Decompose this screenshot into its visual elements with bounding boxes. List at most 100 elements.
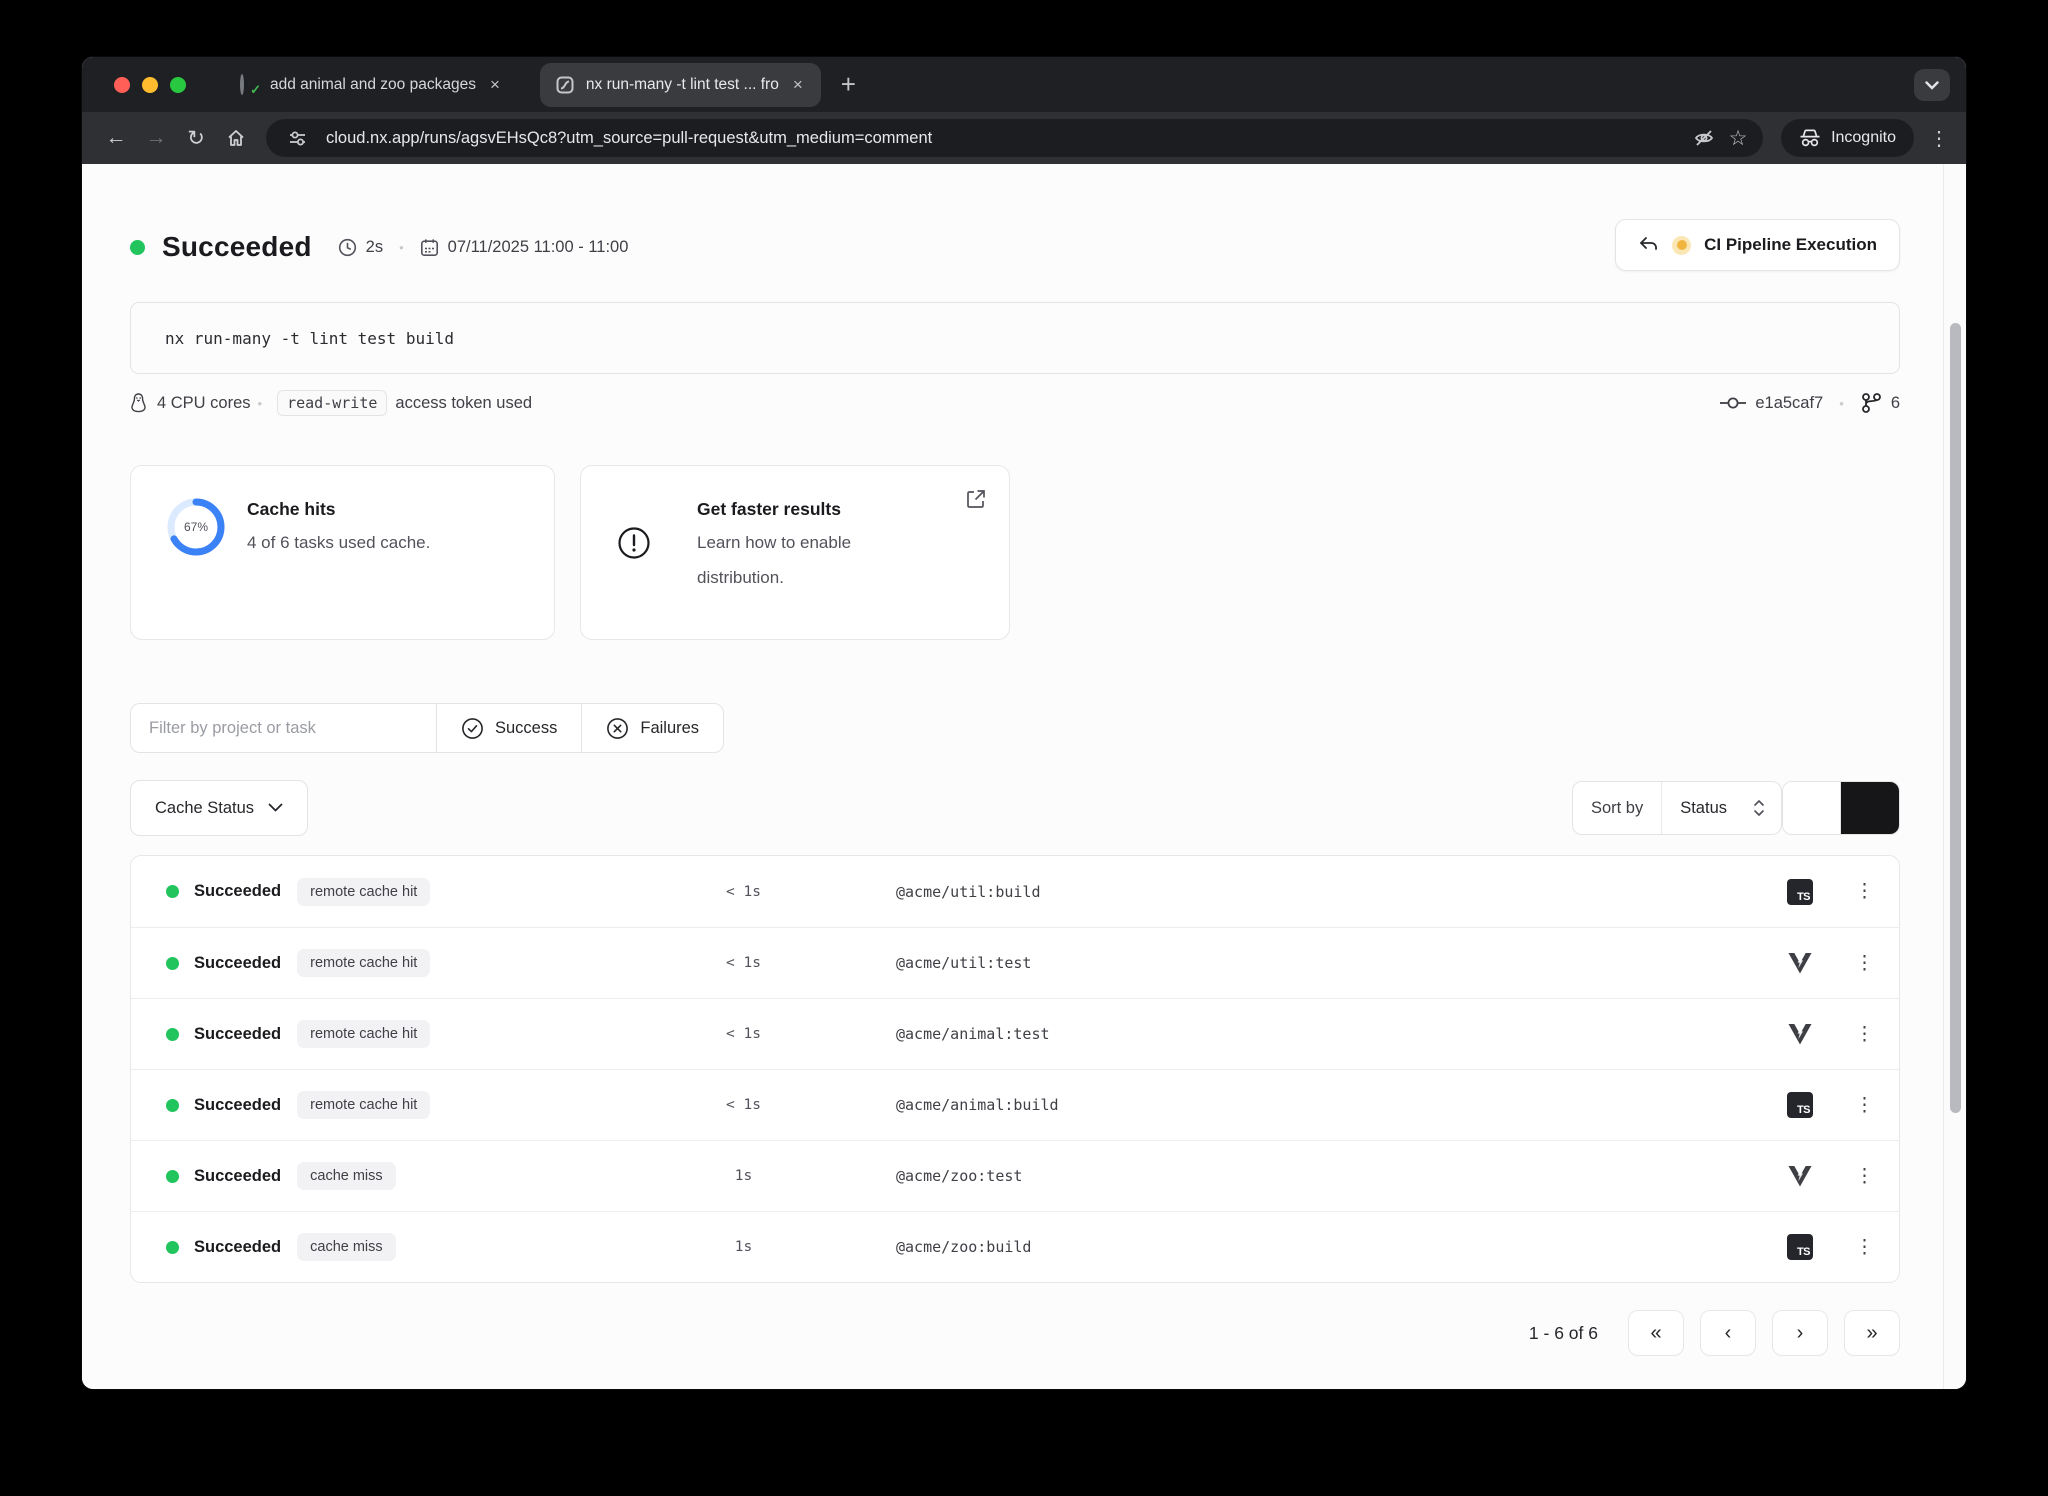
cache-percent-label: 67%	[183, 520, 209, 534]
chevron-down-icon	[268, 803, 283, 812]
undo-arrow-icon	[1640, 237, 1658, 250]
git-branch-icon	[1861, 393, 1881, 413]
scrollbar-thumb[interactable]	[1950, 323, 1961, 1113]
distribution-title: Get faster results	[697, 499, 841, 519]
tab-github-pr[interactable]: ✓ add animal and zoo packages ×	[224, 63, 518, 107]
close-tab-icon[interactable]: ×	[791, 75, 805, 95]
cache-status-dropdown[interactable]: Cache Status	[130, 780, 309, 836]
sort-value: Status	[1680, 798, 1727, 817]
failures-filter-button[interactable]: Failures	[581, 703, 725, 753]
vitest-icon	[1788, 1024, 1812, 1045]
list-controls-row: Cache Status Sort by Status	[130, 780, 1900, 836]
cache-percent-donut: 67%	[165, 496, 227, 558]
sort-descending-button[interactable]	[1841, 782, 1899, 834]
page-title: Succeeded	[162, 231, 312, 262]
calendar-icon	[420, 238, 438, 256]
home-button[interactable]	[216, 118, 256, 158]
task-duration: < 1s	[726, 883, 761, 900]
success-filter-label: Success	[495, 718, 558, 737]
task-status-label: Succeeded	[194, 1024, 282, 1043]
cache-status-chip: remote cache hit	[297, 1020, 431, 1048]
date-range-text: 07/11/2025 11:00 - 11:00	[447, 237, 629, 256]
cache-status-chip: remote cache hit	[297, 877, 431, 906]
filter-input[interactable]	[130, 703, 436, 753]
close-window-button[interactable]	[114, 76, 130, 93]
previous-page-button[interactable]: ‹	[1700, 1310, 1756, 1356]
minimize-window-button[interactable]	[142, 76, 158, 93]
distribution-line1: Learn how to enable	[697, 533, 852, 552]
distribution-line2: distribution.	[697, 568, 784, 587]
first-page-button[interactable]: «	[1628, 1310, 1684, 1356]
task-menu-button[interactable]: ⋮	[1855, 952, 1874, 975]
forward-button[interactable]: →	[136, 118, 176, 158]
scrollbar-track[interactable]	[1943, 164, 1966, 1389]
table-row[interactable]: Succeeded cache miss 1s @acme/zoo:test T…	[131, 1140, 1899, 1211]
table-row[interactable]: Succeeded remote cache hit < 1s @acme/an…	[131, 1069, 1899, 1140]
task-name[interactable]: @acme/util:build	[896, 883, 1787, 901]
separator-dot: •	[399, 239, 404, 255]
last-page-button[interactable]: »	[1844, 1310, 1900, 1356]
task-name[interactable]: @acme/zoo:build	[896, 1238, 1787, 1256]
task-name[interactable]: @acme/animal:test	[896, 1025, 1787, 1043]
task-list: Succeeded remote cache hit < 1s @acme/ut…	[130, 855, 1900, 1283]
incognito-label: Incognito	[1831, 129, 1896, 146]
success-filter-button[interactable]: Success	[436, 703, 582, 753]
close-tab-icon[interactable]: ×	[488, 75, 502, 95]
next-page-button[interactable]: ›	[1772, 1310, 1828, 1356]
vitest-icon	[1788, 1166, 1812, 1187]
address-bar[interactable]: cloud.nx.app/runs/agsvEHsQc8?utm_source=…	[266, 119, 1764, 157]
new-tab-button[interactable]: +	[841, 69, 856, 100]
duration-text: 2s	[365, 237, 384, 256]
commit-icon	[1720, 397, 1747, 409]
typescript-icon: TS	[1787, 1234, 1813, 1260]
tab-nx-run-active[interactable]: nx run-many -t lint test ... fro ×	[539, 62, 821, 107]
typescript-icon: TS	[1787, 878, 1813, 905]
task-menu-button[interactable]: ⋮	[1855, 1236, 1874, 1259]
tab-search-button[interactable]	[1914, 69, 1950, 101]
sort-direction-toggle	[1782, 781, 1900, 835]
task-menu-button[interactable]: ⋮	[1855, 880, 1874, 903]
linux-penguin-icon	[131, 393, 146, 413]
sort-by-label: Sort by	[1573, 782, 1663, 834]
task-name[interactable]: @acme/util:test	[896, 954, 1787, 972]
branch-count-text[interactable]: 6	[1891, 394, 1900, 413]
typescript-icon: TS	[1787, 1092, 1813, 1118]
task-duration: < 1s	[726, 955, 761, 971]
task-menu-button[interactable]: ⋮	[1855, 1023, 1874, 1046]
cache-status-chip: remote cache hit	[297, 1091, 431, 1119]
table-row[interactable]: Succeeded remote cache hit < 1s @acme/ut…	[131, 856, 1899, 927]
task-duration: < 1s	[726, 1026, 761, 1042]
get-faster-results-card[interactable]: Get faster results Learn how to enable d…	[580, 465, 1010, 640]
bookmark-star-icon[interactable]: ☆	[1721, 121, 1755, 155]
ci-pipeline-execution-button[interactable]: CI Pipeline Execution	[1615, 219, 1900, 271]
run-header: Succeeded 2s • 07/11/2025 11:00 - 11:00 …	[130, 219, 1900, 273]
site-settings-icon[interactable]	[280, 121, 314, 155]
browser-menu-button[interactable]: ⋮	[1926, 126, 1952, 151]
task-status-dot	[166, 1240, 179, 1254]
task-status-label: Succeeded	[194, 1166, 282, 1185]
task-name[interactable]: @acme/animal:build	[896, 1096, 1787, 1114]
cache-status-label: Cache Status	[155, 798, 255, 817]
incognito-badge: Incognito	[1781, 119, 1914, 157]
task-menu-button[interactable]: ⋮	[1855, 1165, 1874, 1188]
sort-ascending-button[interactable]	[1783, 782, 1841, 834]
table-row[interactable]: Succeeded remote cache hit < 1s @acme/ut…	[131, 927, 1899, 998]
url-text[interactable]: cloud.nx.app/runs/agsvEHsQc8?utm_source=…	[326, 129, 1687, 148]
cache-status-chip: cache miss	[297, 1162, 396, 1190]
reload-button[interactable]: ↻	[176, 118, 216, 158]
status-dot	[130, 239, 145, 255]
task-name[interactable]: @acme/zoo:test	[896, 1167, 1787, 1185]
password-eye-off-icon[interactable]	[1687, 121, 1721, 155]
commit-sha-text[interactable]: e1a5caf7	[1755, 394, 1823, 413]
github-check-icon: ✓	[240, 73, 261, 97]
task-menu-button[interactable]: ⋮	[1855, 1094, 1874, 1117]
table-row[interactable]: Succeeded remote cache hit < 1s @acme/an…	[131, 998, 1899, 1069]
maximize-window-button[interactable]	[170, 76, 186, 93]
task-duration: 1s	[734, 1168, 753, 1184]
cache-hits-card: 67% Cache hits 4 of 6 tasks used cache.	[130, 465, 555, 640]
back-button[interactable]: ←	[96, 118, 136, 158]
window-controls	[114, 76, 186, 93]
table-row[interactable]: Succeeded cache miss 1s @acme/zoo:build …	[131, 1211, 1899, 1282]
sort-field-select[interactable]: Status	[1662, 782, 1781, 834]
check-circle-icon	[462, 717, 483, 739]
